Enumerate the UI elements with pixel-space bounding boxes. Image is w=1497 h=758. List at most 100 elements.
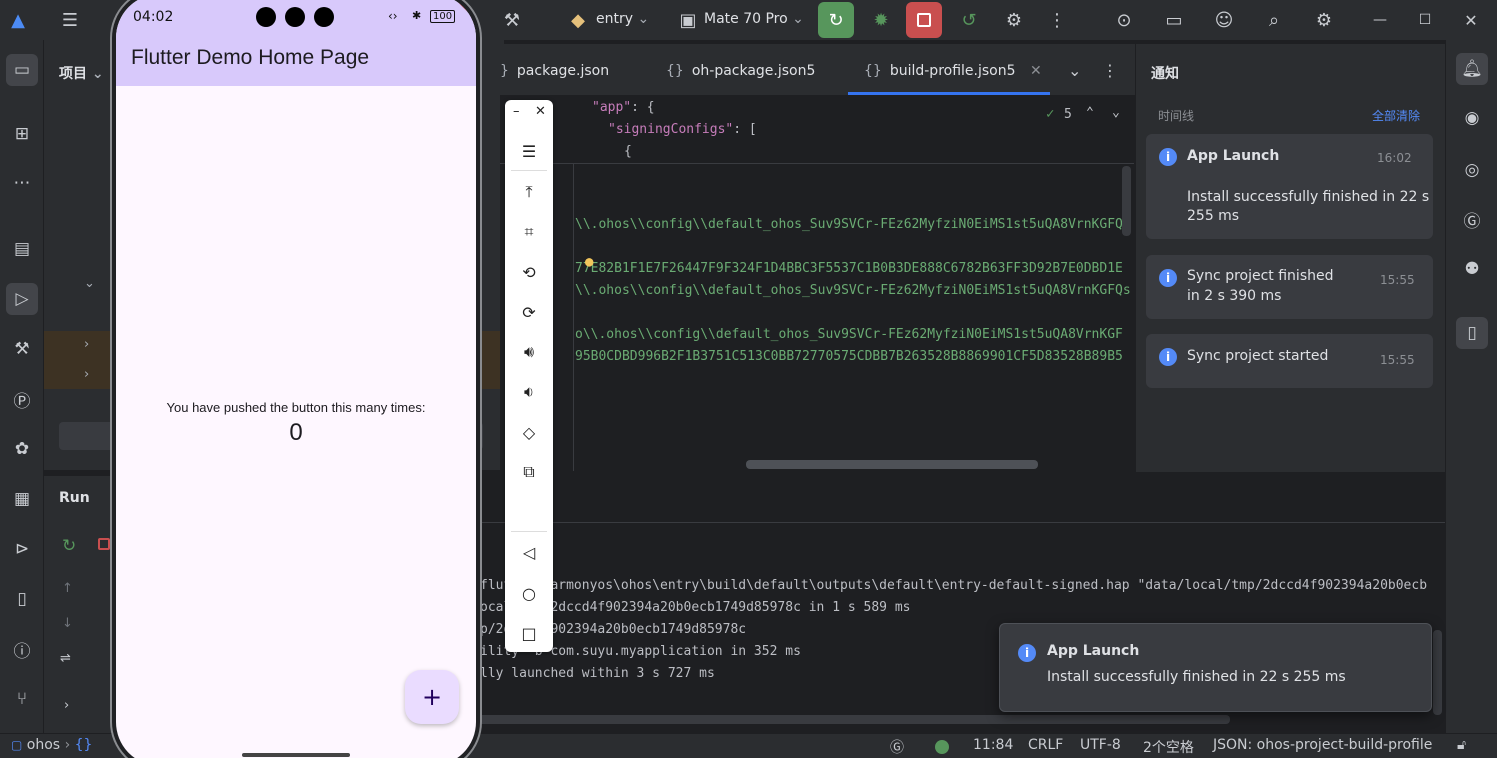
tab-oh-package-json5[interactable]: {} oh-package.json5 <box>666 63 815 79</box>
search-icon[interactable]: ⌕ <box>1262 8 1286 32</box>
attach-debugger-icon[interactable]: ⚙ <box>1002 8 1026 32</box>
horizontal-scrollbar[interactable] <box>746 460 1038 469</box>
emulator-menu-icon[interactable]: ☰ <box>517 139 541 163</box>
apply-changes-icon[interactable]: ↺ <box>957 8 981 32</box>
scroll-down-icon[interactable]: ↓ <box>62 616 73 631</box>
chevron-right-icon[interactable]: › <box>84 337 89 352</box>
chevron-right-icon[interactable]: › <box>84 367 89 382</box>
shake-icon[interactable]: ◇ <box>517 420 541 444</box>
tab-build-profile-json5[interactable]: {} build-profile.json5 ✕ <box>864 63 1042 79</box>
settings-gear-icon[interactable]: ⚙ <box>1312 8 1336 32</box>
layout-icon[interactable]: ▤ <box>6 233 38 265</box>
build-hammer-icon[interactable]: ⚒ <box>500 8 524 32</box>
structure-icon[interactable]: ⊞ <box>6 118 38 150</box>
terminal-icon[interactable]: ▯ <box>6 583 38 615</box>
device-manager-icon[interactable]: ◎ <box>1456 154 1488 186</box>
clear-all-link[interactable]: 全部清除 <box>1372 107 1420 124</box>
volume-up-icon[interactable]: 🔊︎ <box>517 340 541 364</box>
device-label: Mate 70 Pro <box>704 11 788 27</box>
minimize-icon[interactable]: — <box>1368 8 1392 32</box>
rerun-icon[interactable]: ↻ <box>62 536 76 556</box>
stop-icon[interactable] <box>98 538 110 550</box>
emulator-close-icon[interactable]: ✕ <box>535 104 546 119</box>
home-indicator[interactable] <box>242 753 350 757</box>
notification-card-sync-finished[interactable]: i Sync project finished 15:55 in 2 s 390… <box>1146 255 1433 319</box>
account-icon[interactable]: ☺ <box>1212 8 1236 32</box>
run-config-selector[interactable]: entry ⌄ <box>596 11 649 27</box>
code-punc: : { <box>631 100 655 115</box>
phone-emulator[interactable]: 04:02 ‹› ✱ 100 DEBUG Flutter Demo Home P… <box>112 0 480 758</box>
info-icon: i <box>1159 348 1177 366</box>
maximize-icon[interactable]: ☐ <box>1413 8 1437 32</box>
recents-square-icon[interactable]: □ <box>517 621 541 645</box>
console-vertical-scrollbar[interactable] <box>1433 630 1442 715</box>
assistant-icon[interactable]: ⚉ <box>1456 253 1488 285</box>
profiler-p-icon[interactable]: Ⓟ <box>6 383 38 415</box>
emulator-phone-icon[interactable]: ▯ <box>1456 317 1488 349</box>
crop-screenshot-icon[interactable]: ⌗ <box>517 220 541 244</box>
cursor-position[interactable]: 11:84 <box>973 737 1013 753</box>
json-schema[interactable]: JSON: ohos-project-build-profile <box>1213 737 1432 753</box>
more-horizontal-icon[interactable]: ⋯ <box>6 167 38 199</box>
debug-bug-icon[interactable]: ✹ <box>869 8 893 32</box>
file-encoding[interactable]: UTF-8 <box>1080 737 1121 753</box>
connection-status-dot <box>935 740 949 754</box>
chevron-down-icon: ⌄ <box>637 11 650 27</box>
main-menu-icon[interactable]: ☰ <box>58 8 82 32</box>
services-icon[interactable]: ⊳ <box>6 533 38 565</box>
soft-wrap-icon[interactable]: ⇌ <box>60 651 71 666</box>
lightbulb-icon[interactable]: ● <box>585 254 593 270</box>
run-tool-icon[interactable]: ▷ <box>6 283 38 315</box>
profiler-icon[interactable]: ⊙ <box>1112 8 1136 32</box>
project-view-selector[interactable]: 项目 ⌄ <box>59 63 104 83</box>
device-selector[interactable]: Mate 70 Pro ⌄ <box>704 11 804 27</box>
run-panel-title: Run <box>59 490 90 506</box>
gradle-status-icon[interactable]: Ⓖ <box>890 737 904 757</box>
tabs-dropdown-icon[interactable]: ⌄ <box>1068 61 1081 80</box>
rotate-left-icon[interactable]: ⟲ <box>517 260 541 284</box>
home-circle-icon[interactable]: ○ <box>517 581 541 605</box>
chevron-down-icon[interactable]: ⌄ <box>84 276 95 291</box>
line-separator[interactable]: CRLF <box>1028 737 1063 753</box>
next-problem-icon[interactable]: ⌄ <box>1112 105 1120 120</box>
problems-icon[interactable]: ⓘ <box>6 633 38 665</box>
folder-icon[interactable]: ▭ <box>1162 8 1186 32</box>
rotate-right-icon[interactable]: ⟳ <box>517 300 541 324</box>
project-folder-icon[interactable]: ▭ <box>6 54 38 86</box>
volume-down-icon[interactable]: 🔉︎ <box>517 380 541 404</box>
vertical-scrollbar[interactable] <box>1122 166 1131 236</box>
increment-fab[interactable]: + <box>405 670 459 724</box>
notification-card-app-launch[interactable]: i App Launch 16:02 Install successfully … <box>1146 134 1433 239</box>
more-vertical-icon[interactable]: ⋮ <box>1045 8 1069 32</box>
emulator-minimize-icon[interactable]: – <box>513 104 520 119</box>
back-triangle-icon[interactable]: ◁ <box>517 540 541 564</box>
plugins-icon[interactable]: ✿ <box>6 433 38 465</box>
tab-close-icon[interactable]: ✕ <box>1030 63 1042 79</box>
inspection-check-icon[interactable]: ✓ <box>1046 106 1054 122</box>
rerun-button[interactable]: ↻ <box>818 2 854 38</box>
scroll-up-icon[interactable]: ↑ <box>62 581 73 596</box>
console-scrollbar[interactable] <box>460 715 1230 724</box>
breadcrumb[interactable]: ▢ ohos › {} <box>11 737 92 753</box>
signal-icon: ‹› <box>388 9 398 23</box>
code-editor[interactable]: "app": { "signingConfigs": [ { \\.ohos\\… <box>500 96 1134 471</box>
toast-notification[interactable]: i App Launch Install successfully finish… <box>999 623 1432 712</box>
pin-top-icon[interactable]: ⤒ <box>517 180 541 204</box>
todo-icon[interactable]: ▦ <box>6 483 38 515</box>
preview-eye-icon[interactable]: ◉ <box>1456 102 1488 134</box>
stop-button[interactable] <box>906 2 942 38</box>
gradle-icon[interactable]: Ⓖ <box>1456 203 1488 235</box>
build-icon[interactable]: ⚒ <box>6 333 38 365</box>
lock-icon[interactable]: 🔓︎ <box>1457 737 1466 753</box>
tabs-more-icon[interactable]: ⋮ <box>1102 61 1118 80</box>
notifications-bell-icon[interactable]: 🔔︎ <box>1456 53 1488 85</box>
chevron-right-icon[interactable]: › <box>64 698 69 713</box>
previous-problem-icon[interactable]: ⌃ <box>1086 105 1094 120</box>
git-icon[interactable]: ⑂ <box>6 683 38 715</box>
notification-card-sync-started[interactable]: i Sync project started 15:55 <box>1146 334 1433 388</box>
timeline-label: 时间线 <box>1158 109 1195 123</box>
indent-setting[interactable]: 2个空格 <box>1143 737 1194 757</box>
multi-device-icon[interactable]: ⧉ <box>517 460 541 484</box>
close-icon[interactable]: ✕ <box>1459 8 1483 32</box>
tab-package-json[interactable]: } package.json <box>500 63 609 79</box>
